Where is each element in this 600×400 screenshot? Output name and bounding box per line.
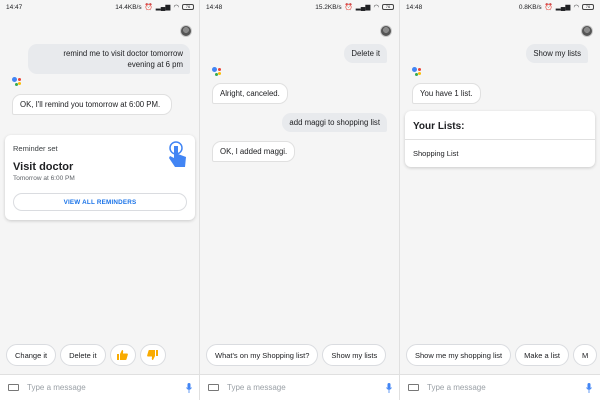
screens-container: 14:47 14.4KB/s ⏰ ▂▄▆ ◠ 76 remind me to v… [0,0,600,400]
user-message-bubble: remind me to visit doctor tomorrow eveni… [28,44,190,74]
thumbs-up-chip[interactable] [109,344,136,366]
network-speed: 0.8KB/s [518,3,542,11]
assistant-message-bubble: Alright, canceled. [212,83,288,104]
screen-reminder: 14:47 14.4KB/s ⏰ ▂▄▆ ◠ 76 remind me to v… [0,0,200,400]
screen-shopping-add: 14:48 15.2KB/s ⏰ ▂▄▆ ◠ 76 Delete it Alri… [200,0,400,400]
lists-title: Your Lists: [413,121,465,132]
keyboard-icon[interactable] [8,384,19,391]
network-speed: 15.2KB/s [315,3,342,11]
user-avatar[interactable] [581,25,593,37]
user-message-bubble-2: add maggi to shopping list [282,113,387,132]
suggestion-chips: Show me my shopping list Make a list M [400,344,600,370]
thumbs-down-chip[interactable] [139,344,166,366]
status-bar: 14:48 15.2KB/s ⏰ ▂▄▆ ◠ 76 [200,0,399,14]
user-message-bubble: Delete it [344,44,387,63]
status-bar: 14:48 0.8KB/s ⏰ ▂▄▆ ◠ 76 [400,0,600,14]
suggestion-chips: Change it Delete it [0,344,199,370]
chip-delete-it[interactable]: Delete it [60,344,106,366]
reminder-title: Visit doctor [13,161,74,173]
status-indicators: 15.2KB/s ⏰ ▂▄▆ ◠ 76 [315,3,394,11]
assistant-logo-icon [212,67,222,77]
reminder-card[interactable]: Reminder set Visit doctor Tomorrow at 6:… [5,135,195,220]
mic-icon[interactable] [586,382,592,393]
assistant-message-bubble: OK, I'll remind you tomorrow at 6:00 PM. [12,94,172,115]
status-indicators: 14.4KB/s ⏰ ▂▄▆ ◠ 76 [115,3,194,11]
message-input[interactable]: Type a message [427,383,578,392]
wifi-icon: ◠ [573,4,579,11]
status-time: 14:48 [206,3,223,11]
hand-reminder-icon [169,141,186,167]
network-speed: 14.4KB/s [115,3,142,11]
status-bar: 14:47 14.4KB/s ⏰ ▂▄▆ ◠ 76 [0,0,199,14]
chip-make-a-list[interactable]: Make a list [515,344,569,366]
chip-overflow[interactable]: M [572,344,598,366]
mic-icon[interactable] [386,382,392,393]
chip-change-it[interactable]: Change it [6,344,57,366]
keyboard-icon[interactable] [208,384,219,391]
divider [405,139,595,140]
alarm-icon: ⏰ [144,4,153,11]
thumbs-up-icon [117,350,128,360]
reminder-set-label: Reminder set [13,144,58,153]
signal-icon: ▂▄▆ [555,4,571,11]
status-time: 14:47 [6,3,23,11]
alarm-icon: ⏰ [544,4,553,11]
message-input[interactable]: Type a message [227,383,378,392]
signal-icon: ▂▄▆ [155,4,171,11]
message-input-bar: Type a message [200,374,399,400]
reminder-time: Tomorrow at 6:00 PM [13,175,75,182]
chip-show-my-lists[interactable]: Show my lists [322,344,387,366]
status-indicators: 0.8KB/s ⏰ ▂▄▆ ◠ 76 [519,3,594,11]
battery-icon: 76 [382,4,394,10]
user-avatar[interactable] [180,25,192,37]
battery-icon: 76 [582,4,594,10]
message-input-bar: Type a message [400,374,600,400]
message-input[interactable]: Type a message [27,383,178,392]
assistant-logo-icon [12,77,22,87]
view-all-reminders-button[interactable]: VIEW ALL REMINDERS [13,193,187,211]
user-message-bubble: Show my lists [526,44,588,63]
suggestion-chips: What's on my Shopping list? Show my list… [200,344,399,370]
wifi-icon: ◠ [173,4,179,11]
battery-icon: 76 [182,4,194,10]
chip-whats-on-shopping-list[interactable]: What's on my Shopping list? [206,344,319,366]
assistant-message-bubble: You have 1 list. [412,83,481,104]
wifi-icon: ◠ [373,4,379,11]
user-avatar[interactable] [380,25,392,37]
status-time: 14:48 [406,3,423,11]
mic-icon[interactable] [186,382,192,393]
chip-show-shopping-list[interactable]: Show me my shopping list [406,344,512,366]
signal-icon: ▂▄▆ [355,4,371,11]
keyboard-icon[interactable] [408,384,419,391]
thumbs-down-icon [147,350,159,360]
message-input-bar: Type a message [0,374,199,400]
shopping-list-item[interactable]: Shopping List [413,149,458,158]
assistant-logo-icon [412,67,422,77]
assistant-message-bubble-2: OK, I added maggi. [212,141,296,162]
alarm-icon: ⏰ [344,4,353,11]
lists-card[interactable]: Your Lists: Shopping List [405,111,595,167]
screen-my-lists: 14:48 0.8KB/s ⏰ ▂▄▆ ◠ 76 Show my lists Y… [400,0,600,400]
